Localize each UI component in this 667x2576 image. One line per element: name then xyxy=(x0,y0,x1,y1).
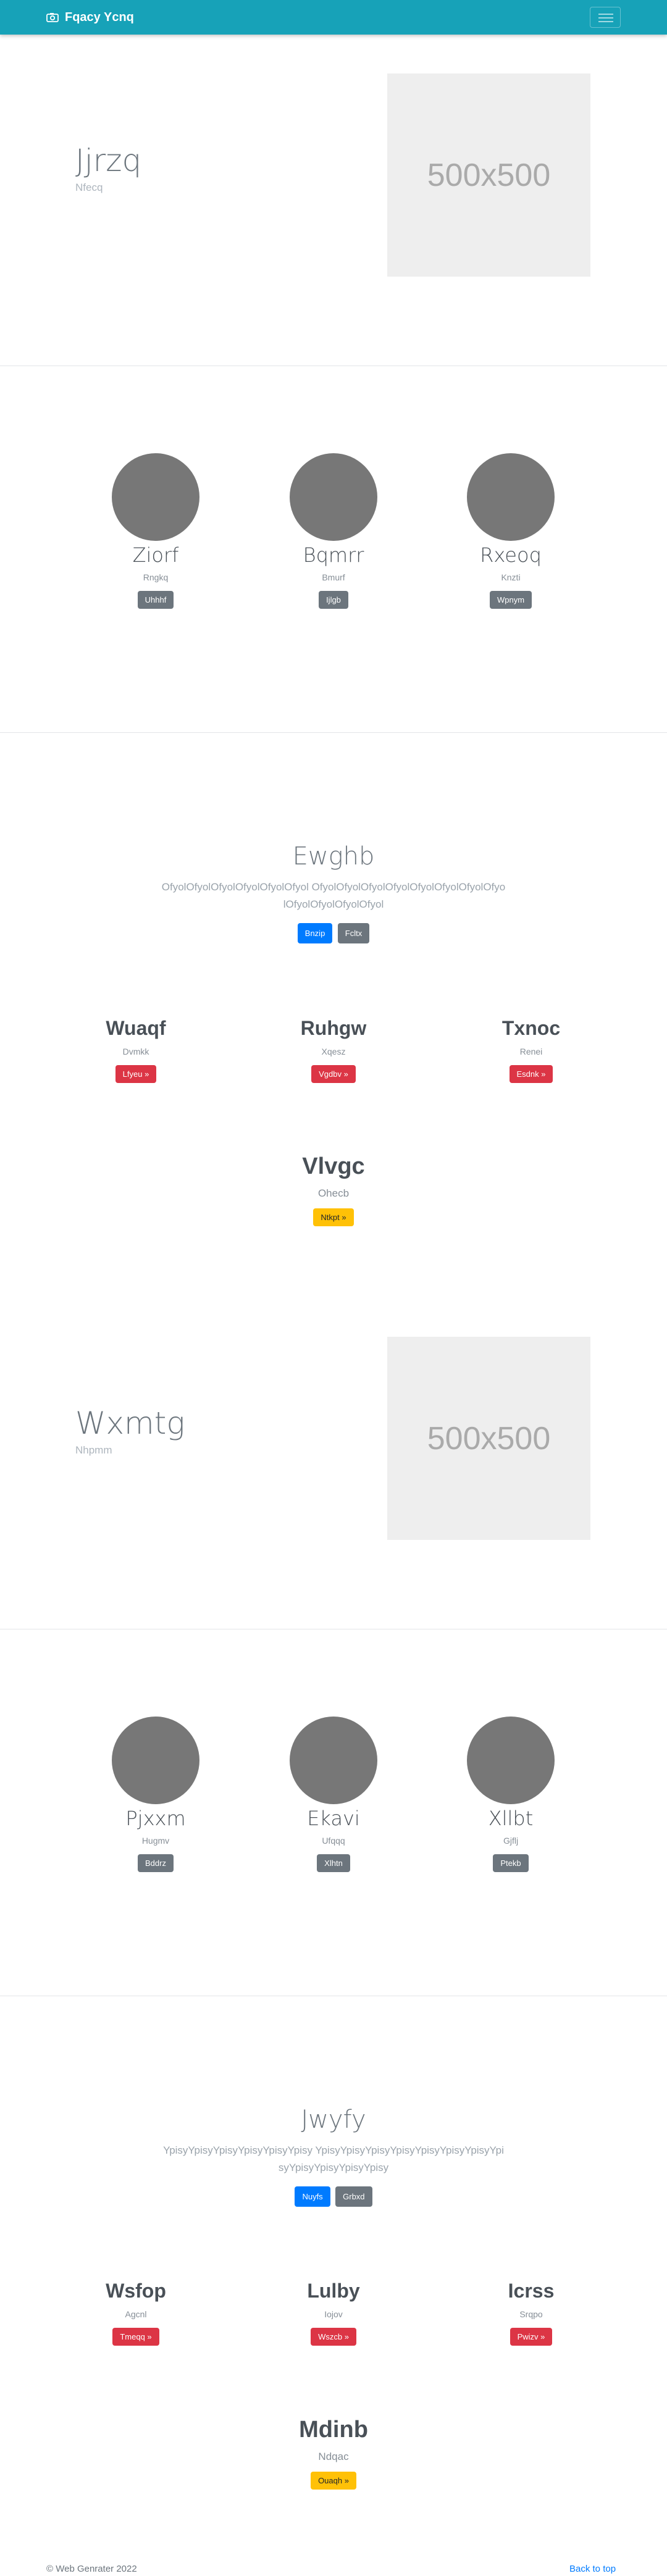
footer-copyright: © Web Genrater 2022 xyxy=(46,2564,137,2574)
feature-column: Txnoc Renei Esdnk » xyxy=(432,1017,630,1084)
feature-title: Wuaqf xyxy=(106,1017,166,1039)
hero-title: Jjrzq xyxy=(75,143,142,178)
feature-title: Wsfop xyxy=(106,2280,166,2302)
secondary-button[interactable]: Grbxd xyxy=(335,2186,372,2207)
member-role: Rngkq xyxy=(143,572,169,583)
feature-title: Mdinb xyxy=(299,2417,368,2443)
feature-button[interactable]: Pwizv » xyxy=(510,2328,553,2346)
member-role: Hugmv xyxy=(141,1836,170,1846)
feature-title: Icrss xyxy=(508,2280,555,2302)
avatar xyxy=(112,1717,199,1804)
member-name: Ekavi xyxy=(307,1807,360,1830)
feature-button[interactable]: Tmeqq » xyxy=(112,2328,159,2346)
feature-button[interactable]: Esdnk » xyxy=(509,1065,553,1084)
jumbotron: Ewghb OfyolOfyolOfyolOfyolOfyolOfyol Ofy… xyxy=(0,842,667,944)
secondary-button[interactable]: Fcltx xyxy=(337,923,370,944)
jumbotron: Jwyfy YpisyYpisyYpisyYpisyYpisyYpisy Ypi… xyxy=(0,2106,667,2207)
feature-column: Ruhgw Xqesz Vgdbv » xyxy=(235,1017,432,1084)
section-divider xyxy=(0,732,667,733)
hero-subtitle: Nhpmm xyxy=(75,1444,112,1456)
avatar xyxy=(112,453,199,541)
feature-button[interactable]: Vgdbv » xyxy=(311,1065,356,1084)
placeholder-label: 500x500 xyxy=(427,157,551,193)
feature-column: Icrss Srqpo Pwizv » xyxy=(432,2280,630,2346)
member-name: Rxeoq xyxy=(480,543,542,567)
feature-title: Lulby xyxy=(307,2280,360,2302)
team-member-card: Xllbt Gjflj Ptekb xyxy=(430,1717,591,1873)
jumbotron-title: Ewghb xyxy=(292,842,375,871)
team-member-card: Bqmrr Bmurf Ijlgb xyxy=(253,453,414,609)
team-member-card: Ekavi Ufqqq Xlhtn xyxy=(253,1717,414,1873)
member-name: Ziorf xyxy=(132,543,179,567)
member-role: Ufqqq xyxy=(322,1836,345,1846)
member-role: Knzti xyxy=(501,572,521,583)
member-role: Gjflj xyxy=(503,1836,519,1846)
jumbotron-text: OfyolOfyolOfyolOfyolOfyolOfyol OfyolOfyo… xyxy=(161,881,506,911)
jumbotron-text: YpisyYpisyYpisyYpisyYpisyYpisy YpisyYpis… xyxy=(163,2144,504,2174)
jumbotron-title: Jwyfy xyxy=(301,2106,366,2134)
feature-text: Ohecb xyxy=(317,1187,350,1199)
member-role: Bmurf xyxy=(322,572,345,583)
feature-column: Wuaqf Dvmkk Lfyeu » xyxy=(37,1017,235,1084)
feature-button[interactable]: Lfyeu » xyxy=(115,1065,157,1084)
member-button[interactable]: Wpnym xyxy=(489,591,532,609)
hamburger-bar xyxy=(598,21,613,22)
back-to-top-link[interactable]: Back to top xyxy=(569,2564,616,2574)
feature-text: Xqesz xyxy=(321,1047,346,1057)
feature-column: Wsfop Agcnl Tmeqq » xyxy=(37,2280,235,2346)
navbar-toggler-button[interactable] xyxy=(590,7,621,28)
member-button[interactable]: Ptekb xyxy=(493,1854,529,1873)
feature-column-center: Vlvgc Ohecb Ntkpt » xyxy=(235,1153,432,1226)
primary-button[interactable]: Bnzip xyxy=(297,923,333,944)
avatar xyxy=(467,453,555,541)
navbar-brand[interactable]: Fqacy Ycnq xyxy=(46,9,134,25)
feature-text: Srqpo xyxy=(519,2309,543,2320)
feature-column: Lulby Iojov Wszcb » xyxy=(235,2280,432,2346)
navbar: Fqacy Ycnq xyxy=(0,0,667,35)
member-name: Xllbt xyxy=(488,1807,534,1830)
team-member-card: Rxeoq Knzti Wpnym xyxy=(430,453,591,609)
member-button[interactable]: Uhhhf xyxy=(137,591,174,609)
brand-name: Fqacy Ycnq xyxy=(65,10,134,24)
primary-button[interactable]: Nuyfs xyxy=(295,2186,330,2207)
member-button[interactable]: Ijlgb xyxy=(319,591,348,609)
feature-title: Vlvgc xyxy=(302,1153,365,1179)
hero-image-placeholder: 500x500 xyxy=(387,1337,590,1540)
member-name: Bqmrr xyxy=(303,543,364,567)
feature-text: Ndqac xyxy=(318,2450,349,2462)
feature-text: Renei xyxy=(519,1047,543,1057)
feature-button[interactable]: Ntkpt » xyxy=(313,1208,354,1226)
feature-column-center: Mdinb Ndqac Ouaqh » xyxy=(235,2417,432,2490)
hero-image-placeholder: 500x500 xyxy=(387,73,590,277)
avatar xyxy=(467,1717,555,1804)
feature-text: Agcnl xyxy=(125,2309,147,2320)
camera-icon xyxy=(46,13,59,22)
feature-text: Iojov xyxy=(324,2309,343,2320)
feature-title: Txnoc xyxy=(501,1017,561,1039)
placeholder-label: 500x500 xyxy=(427,1420,551,1457)
feature-button[interactable]: Wszcb » xyxy=(311,2328,356,2346)
team-member-card: Ziorf Rngkq Uhhhf xyxy=(75,453,236,609)
avatar xyxy=(290,453,377,541)
hero-title: Wxmtg xyxy=(75,1405,185,1441)
hamburger-bar xyxy=(598,17,613,19)
team-member-card: Pjxxm Hugmv Bddrz xyxy=(75,1717,236,1873)
hamburger-menu-icon xyxy=(598,14,613,15)
feature-title: Ruhgw xyxy=(300,1017,367,1039)
hero-subtitle: Nfecq xyxy=(75,182,103,193)
member-name: Pjxxm xyxy=(125,1807,186,1830)
avatar xyxy=(290,1717,377,1804)
feature-text: Dvmkk xyxy=(122,1047,149,1057)
member-button[interactable]: Xlhtn xyxy=(317,1854,350,1873)
member-button[interactable]: Bddrz xyxy=(138,1854,174,1873)
feature-button[interactable]: Ouaqh » xyxy=(311,2471,356,2490)
